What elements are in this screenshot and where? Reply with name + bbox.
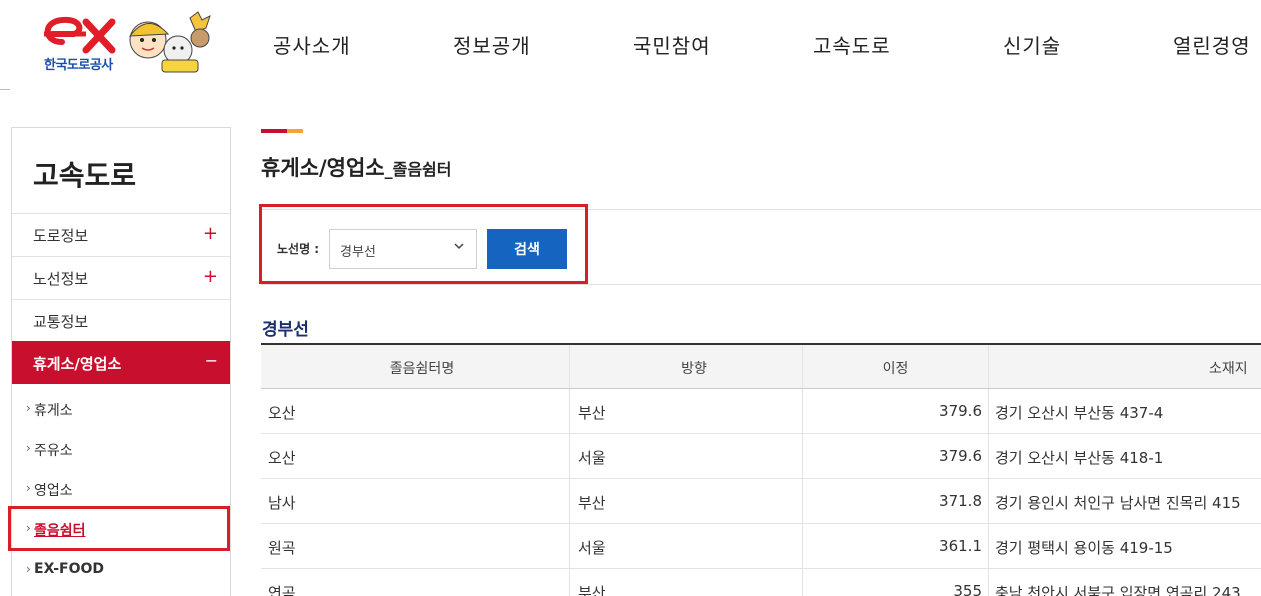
nav-info-disclosure[interactable]: 정보공개	[453, 30, 531, 59]
cell-milepost: 355	[953, 582, 982, 596]
cell-name: 원곡	[268, 539, 296, 557]
chevron-right-icon: ›	[26, 401, 31, 415]
chevron-right-icon: ›	[26, 481, 31, 495]
submenu-label: 주유소	[34, 443, 73, 459]
ex-logo-icon	[44, 16, 116, 54]
cell-location: 충남 천안시 서북구 입장면 연곡리 243	[995, 584, 1241, 596]
cell-milepost: 379.6	[939, 402, 982, 420]
cell-location: 경기 오산시 부산동 437-4	[995, 404, 1164, 422]
logo-text: 한국도로공사	[44, 58, 113, 73]
sidebar-item-label: 노선정보	[33, 270, 89, 288]
cell-milepost: 379.6	[939, 447, 982, 465]
cell-direction: 부산	[578, 404, 606, 422]
cell-name: 남사	[268, 494, 296, 512]
cell-location: 경기 용인시 처인구 남사면 진목리 415	[995, 494, 1241, 512]
nav-expressway[interactable]: 고속도로	[813, 30, 891, 59]
cell-name: 오산	[268, 404, 296, 422]
submenu-label: EX-FOOD	[34, 561, 105, 577]
page-title: 휴게소/영업소_졸음쉼터	[261, 152, 451, 182]
submenu-toll-office[interactable]: › 영업소	[12, 470, 230, 510]
cell-direction: 서울	[578, 449, 606, 467]
highlight-box-sidebar	[8, 506, 230, 551]
section-title: 경부선	[262, 320, 309, 340]
sidebar-item-label: 교통정보	[33, 313, 89, 331]
table-row: 남사 부산 371.8 경기 용인시 처인구 남사면 진목리 415	[261, 479, 1261, 524]
column-header-name: 졸음쉼터명	[389, 361, 455, 377]
nav-new-technology[interactable]: 신기술	[1003, 30, 1061, 59]
sidebar-item-traffic-info[interactable]: 교통정보	[12, 299, 230, 342]
site-header: 한국도로공사 공사소개 정보공개 국민참여 고속도로 신기술 열린경영	[0, 0, 1261, 90]
table-row: 연곡 부산 355 충남 천안시 서북구 입장면 연곡리 243	[261, 569, 1261, 596]
chevron-right-icon: ›	[26, 562, 31, 576]
sidebar-title: 고속도로	[33, 159, 137, 192]
nav-company-intro[interactable]: 공사소개	[273, 30, 351, 59]
collapse-minus-icon[interactable]: −	[205, 351, 218, 370]
table-row: 오산 부산 379.6 경기 오산시 부산동 437-4	[261, 389, 1261, 434]
submenu-label: 휴게소	[34, 403, 73, 419]
cell-direction: 부산	[578, 494, 606, 512]
page-title-suffix: _졸음쉼터	[384, 160, 452, 179]
column-header-milepost: 이정	[882, 361, 909, 377]
sidebar-item-label: 휴게소/영업소	[33, 355, 122, 373]
table-row: 원곡 서울 361.1 경기 평택시 용이동 419-15	[261, 524, 1261, 569]
sidebar-item-label: 도로정보	[33, 227, 89, 245]
submenu-gas-station[interactable]: › 주유소	[12, 430, 230, 470]
nav-public-participation[interactable]: 국민참여	[633, 30, 711, 59]
cell-name: 연곡	[268, 584, 296, 596]
page-title-main: 휴게소/영업소	[261, 156, 385, 180]
sidebar-item-route-info[interactable]: 노선정보 +	[12, 256, 230, 299]
table-header-row: 졸음쉼터명 방향 이정 소재지	[261, 345, 1261, 389]
sidebar-item-rest-areas[interactable]: 휴게소/영업소 −	[12, 341, 230, 384]
highlight-box-search	[259, 204, 588, 284]
header-divider	[0, 89, 10, 90]
cell-direction: 부산	[578, 584, 606, 596]
submenu-ex-food[interactable]: › EX-FOOD	[12, 551, 230, 591]
submenu-rest-area[interactable]: › 휴게소	[12, 390, 230, 430]
title-accent-bar	[261, 129, 303, 133]
submenu-label: 영업소	[34, 483, 73, 499]
expand-plus-icon[interactable]: +	[203, 266, 218, 287]
cell-location: 경기 평택시 용이동 419-15	[995, 539, 1173, 557]
mascot-icon	[128, 11, 211, 73]
shelter-table: 졸음쉼터명 방향 이정 소재지 오산 부산 379.6 경기 오산시 부산동 4…	[261, 343, 1261, 596]
korea-expressway-logo[interactable]: 한국도로공사	[36, 10, 216, 78]
sidebar-item-road-info[interactable]: 도로정보 +	[12, 213, 230, 256]
cell-location: 경기 오산시 부산동 418-1	[995, 449, 1164, 467]
column-header-location: 소재지	[1209, 361, 1248, 377]
cell-direction: 서울	[578, 539, 606, 557]
expand-plus-icon[interactable]: +	[203, 223, 218, 244]
chevron-right-icon: ›	[26, 441, 31, 455]
cell-milepost: 371.8	[939, 492, 982, 510]
cell-milepost: 361.1	[939, 537, 982, 555]
cell-name: 오산	[268, 449, 296, 467]
nav-open-management[interactable]: 열린경영	[1173, 30, 1251, 59]
column-header-direction: 방향	[681, 361, 707, 377]
table-row: 오산 서울 379.6 경기 오산시 부산동 418-1	[261, 434, 1261, 479]
